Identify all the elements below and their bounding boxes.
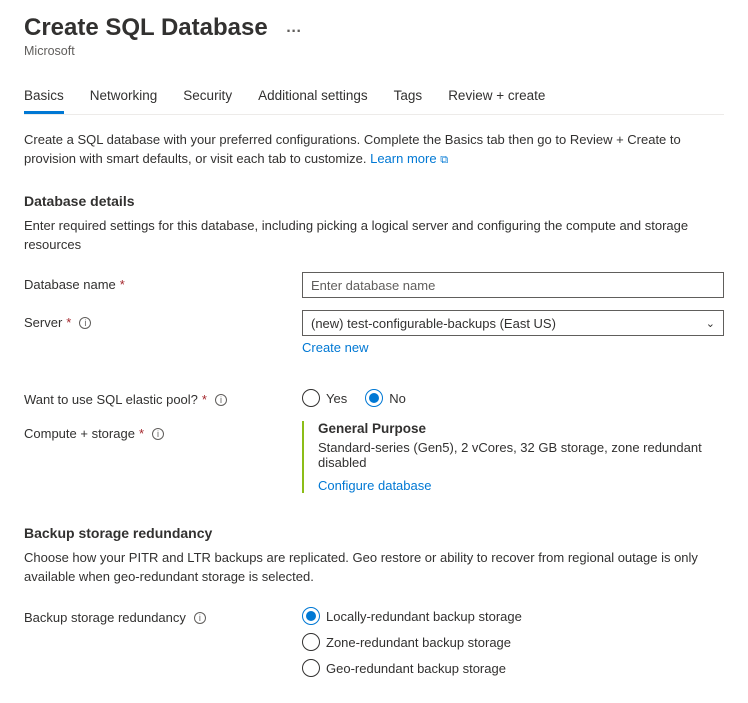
radio-label: Locally-redundant backup storage <box>326 609 522 624</box>
radio-icon <box>302 607 320 625</box>
radio-icon <box>365 389 383 407</box>
tab-security[interactable]: Security <box>183 80 232 114</box>
row-compute-storage: Compute + storage * i General Purpose St… <box>24 421 724 493</box>
tab-basics[interactable]: Basics <box>24 80 64 114</box>
backup-geo-radio[interactable]: Geo-redundant backup storage <box>302 659 724 677</box>
server-select-value: (new) test-configurable-backups (East US… <box>311 316 556 331</box>
more-menu-icon[interactable]: … <box>286 19 303 37</box>
database-details-heading: Database details <box>24 193 724 209</box>
radio-label: Yes <box>326 391 347 406</box>
compute-tier-title: General Purpose <box>318 421 724 436</box>
server-label: Server <box>24 315 62 330</box>
elastic-pool-label: Want to use SQL elastic pool? <box>24 392 198 407</box>
radio-label: No <box>389 391 406 406</box>
chevron-down-icon: ⌄ <box>706 317 715 330</box>
backup-zone-radio[interactable]: Zone-redundant backup storage <box>302 633 724 651</box>
backup-local-radio[interactable]: Locally-redundant backup storage <box>302 607 724 625</box>
radio-label: Geo-redundant backup storage <box>326 661 506 676</box>
required-asterisk: * <box>120 277 125 292</box>
info-icon[interactable]: i <box>152 428 164 440</box>
database-name-input[interactable] <box>302 272 724 298</box>
row-database-name: Database name * <box>24 272 724 298</box>
info-icon[interactable]: i <box>79 317 91 329</box>
page-title-text: Create SQL Database <box>24 14 268 42</box>
radio-icon <box>302 659 320 677</box>
page-subtitle: Microsoft <box>24 44 724 58</box>
elastic-pool-yes-radio[interactable]: Yes <box>302 389 347 407</box>
tab-review-create[interactable]: Review + create <box>448 80 545 114</box>
required-asterisk: * <box>139 426 144 441</box>
required-asterisk: * <box>66 315 71 330</box>
radio-label: Zone-redundant backup storage <box>326 635 511 650</box>
row-elastic-pool: Want to use SQL elastic pool? * i Yes No <box>24 387 724 407</box>
compute-summary: General Purpose Standard-series (Gen5), … <box>302 421 724 493</box>
backup-desc: Choose how your PITR and LTR backups are… <box>24 549 724 587</box>
radio-icon <box>302 633 320 651</box>
info-icon[interactable]: i <box>215 394 227 406</box>
configure-database-link[interactable]: Configure database <box>318 478 431 493</box>
required-asterisk: * <box>202 392 207 407</box>
compute-storage-label: Compute + storage <box>24 426 135 441</box>
tab-networking[interactable]: Networking <box>90 80 158 114</box>
database-name-label: Database name <box>24 277 116 292</box>
create-new-server-link[interactable]: Create new <box>302 340 368 355</box>
database-details-desc: Enter required settings for this databas… <box>24 217 724 255</box>
row-server: Server * i (new) test-configurable-backu… <box>24 310 724 355</box>
external-link-icon: ⧉ <box>440 154 448 166</box>
server-select[interactable]: (new) test-configurable-backups (East US… <box>302 310 724 336</box>
backup-redundancy-label: Backup storage redundancy <box>24 610 186 625</box>
info-icon[interactable]: i <box>194 612 206 624</box>
compute-tier-desc: Standard-series (Gen5), 2 vCores, 32 GB … <box>318 440 724 470</box>
radio-icon <box>302 389 320 407</box>
intro-body: Create a SQL database with your preferre… <box>24 132 681 166</box>
elastic-pool-no-radio[interactable]: No <box>365 389 406 407</box>
page-title: Create SQL Database … <box>24 14 724 42</box>
tab-additional-settings[interactable]: Additional settings <box>258 80 368 114</box>
row-backup-redundancy: Backup storage redundancy i Locally-redu… <box>24 605 724 677</box>
learn-more-link[interactable]: Learn more ⧉ <box>370 151 448 166</box>
intro-text: Create a SQL database with your preferre… <box>24 131 724 169</box>
tabs-bar: Basics Networking Security Additional se… <box>24 80 724 115</box>
backup-heading: Backup storage redundancy <box>24 525 724 541</box>
tab-tags[interactable]: Tags <box>394 80 423 114</box>
